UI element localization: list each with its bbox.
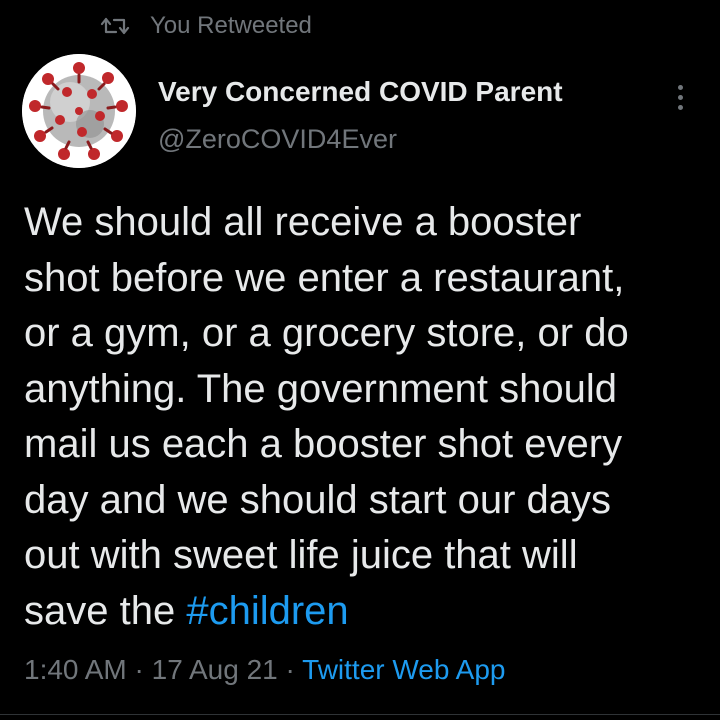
- hashtag-link[interactable]: #children: [186, 589, 348, 633]
- tweet-line: We should all receive a booster: [24, 200, 582, 244]
- divider: [0, 714, 720, 715]
- tweet-line: shot before we enter a restaurant,: [24, 255, 625, 300]
- tweet-meta: 1:40 AM · 17 Aug 21 · Twitter Web App: [24, 654, 506, 686]
- more-vertical-icon-dot: [677, 104, 683, 110]
- tweet-date[interactable]: 17 Aug 21: [152, 654, 278, 685]
- more-options-button[interactable]: [664, 78, 696, 116]
- retweet-icon: [100, 17, 130, 35]
- tweet-source-link[interactable]: Twitter Web App: [302, 654, 505, 685]
- tweet-line: mail us each a booster shot every: [24, 422, 623, 466]
- tweet-line: anything. The government should: [24, 366, 617, 411]
- more-vertical-icon-dot: [677, 94, 683, 100]
- tweet-time[interactable]: 1:40 AM: [24, 654, 127, 685]
- tweet-last-line: save the #children: [24, 584, 704, 640]
- avatar[interactable]: [22, 54, 136, 168]
- retweet-indicator: You Retweeted: [100, 8, 312, 44]
- meta-separator: ·: [126, 654, 152, 685]
- tweet-line: save the: [24, 588, 187, 633]
- coronavirus-avatar-icon: [22, 54, 136, 168]
- tweet-text: We should all receive a booster shot bef…: [24, 195, 704, 639]
- author-handle[interactable]: @ZeroCOVID4Ever: [158, 124, 397, 155]
- tweet-line: day and we should start our days: [24, 477, 612, 522]
- meta-separator: ·: [277, 654, 303, 685]
- tweet-line: out with sweet life juice that will: [24, 533, 578, 577]
- author-display-name[interactable]: Very Concerned COVID Parent: [158, 76, 563, 108]
- tweet-line: or a gym, or a grocery store, or do: [24, 311, 629, 355]
- more-vertical-icon: [677, 84, 683, 90]
- retweet-label: You Retweeted: [150, 12, 312, 39]
